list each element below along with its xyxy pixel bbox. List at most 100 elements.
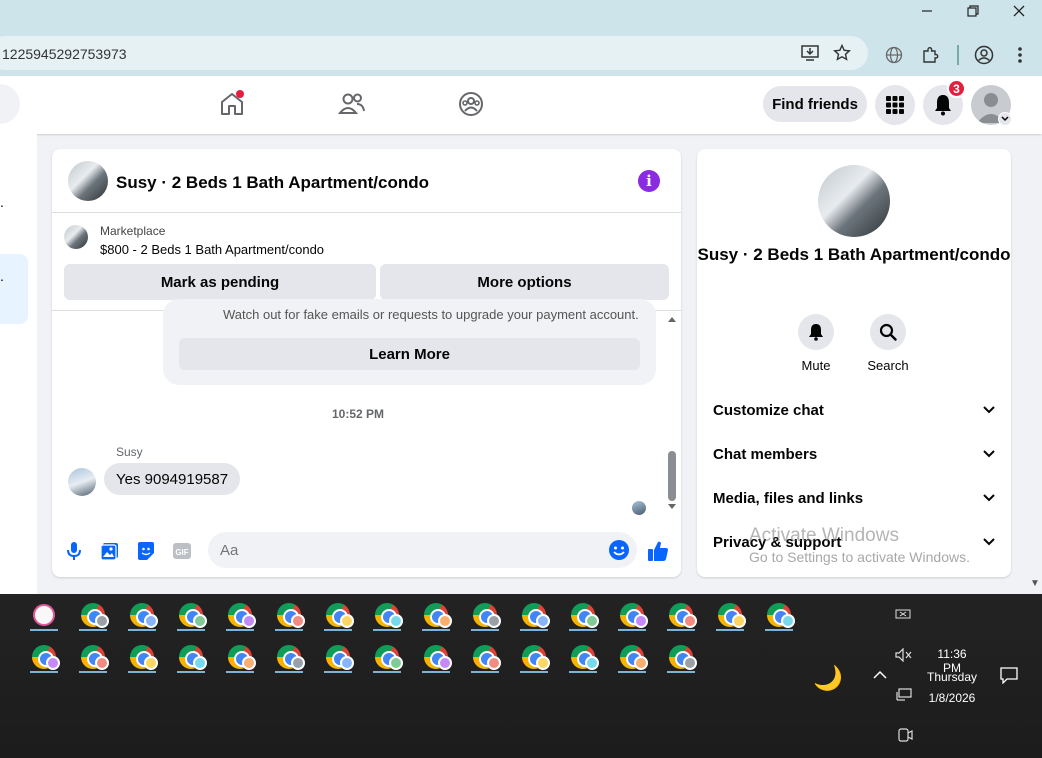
clock-day[interactable]: Thursday (924, 670, 980, 684)
volume-muted-icon[interactable] (895, 647, 913, 665)
night-light-icon[interactable]: 🌙 (813, 664, 843, 693)
chrome-profile-taskbar-icon[interactable] (76, 641, 110, 673)
battery-icon[interactable] (895, 608, 913, 623)
chat-list-item-selected[interactable]: . (0, 254, 28, 324)
chrome-profile-taskbar-icon[interactable] (125, 599, 159, 631)
svg-text:GIF: GIF (175, 548, 188, 557)
sticker-icon[interactable] (134, 539, 158, 563)
profile-icon[interactable] (972, 43, 996, 67)
chrome-profile-taskbar-icon[interactable] (223, 641, 257, 673)
chrome-profile-taskbar-icon[interactable] (321, 599, 355, 631)
chrome-profile-taskbar-icon[interactable] (125, 641, 159, 673)
url-text[interactable]: 1225945292753973 (2, 46, 127, 62)
sender-name: Susy (116, 445, 143, 459)
safety-notice-text: Watch out for fake emails or requests to… (223, 307, 639, 322)
chat-list-item[interactable]: . (0, 194, 4, 210)
extensions-puzzle-icon[interactable] (918, 43, 942, 67)
info-icon[interactable]: i (638, 170, 660, 192)
facebook-top-nav: Find friends 3 (0, 76, 1042, 134)
scroll-thumb[interactable] (668, 451, 676, 501)
bell-icon[interactable] (798, 314, 834, 350)
chrome-profile-taskbar-icon[interactable] (370, 641, 404, 673)
thumbs-up-icon[interactable] (646, 539, 670, 563)
install-app-icon[interactable] (798, 41, 822, 65)
menu-grid-icon[interactable] (875, 85, 915, 125)
chrome-profile-taskbar-icon[interactable] (762, 599, 796, 631)
translate-globe-icon[interactable] (882, 43, 906, 67)
clock-date[interactable]: 1/8/2026 (924, 691, 980, 705)
notifications-bell-icon[interactable]: 3 (923, 79, 966, 125)
chrome-profile-taskbar-icon[interactable] (468, 641, 502, 673)
show-hidden-icons-chevron-icon[interactable] (873, 668, 887, 682)
profile-photo[interactable] (818, 165, 890, 237)
marketplace-listing-card: Marketplace $800 - 2 Beds 1 Bath Apartme… (52, 213, 681, 311)
chrome-profile-taskbar-icon[interactable] (713, 599, 747, 631)
chat-members-section[interactable]: Chat members (713, 442, 995, 466)
minimize-icon[interactable] (904, 0, 950, 22)
chrome-profile-taskbar-icon[interactable] (174, 599, 208, 631)
chrome-profile-taskbar-icon[interactable] (664, 641, 698, 673)
listing-avatar[interactable] (68, 161, 108, 201)
listing-thumbnail[interactable] (64, 225, 88, 249)
search-action[interactable]: Search (853, 314, 923, 373)
chrome-profile-taskbar-icon[interactable] (76, 599, 110, 631)
sender-avatar[interactable] (68, 468, 96, 496)
chrome-profile-taskbar-icon[interactable] (615, 599, 649, 631)
app-taskbar-icon[interactable] (27, 599, 61, 631)
activate-windows-subtitle: Go to Settings to activate Windows. (749, 549, 970, 565)
chrome-profile-taskbar-icon[interactable] (419, 599, 453, 631)
chrome-profile-taskbar-icon[interactable] (272, 599, 306, 631)
chrome-profile-taskbar-icon[interactable] (468, 599, 502, 631)
search-box[interactable] (0, 84, 20, 124)
meet-now-icon[interactable] (897, 727, 913, 746)
mark-as-pending-button[interactable]: Mark as pending (64, 264, 376, 300)
chrome-profile-taskbar-icon[interactable] (370, 599, 404, 631)
close-icon[interactable] (996, 0, 1042, 22)
chrome-profile-taskbar-icon[interactable] (223, 599, 257, 631)
chrome-profile-taskbar-icon[interactable] (517, 641, 551, 673)
more-options-button[interactable]: More options (380, 264, 669, 300)
chat-title[interactable]: Susy · 2 Beds 1 Bath Apartment/condo (116, 173, 429, 193)
message-composer: GIF (52, 527, 681, 577)
friends-icon[interactable] (336, 88, 368, 120)
microphone-icon[interactable] (62, 539, 86, 563)
emoji-icon[interactable] (608, 539, 630, 561)
message-input-box[interactable] (208, 532, 637, 568)
learn-more-button[interactable]: Learn More (179, 338, 640, 370)
home-notification-dot (236, 90, 244, 98)
restore-icon[interactable] (950, 0, 996, 22)
network-icon[interactable] (895, 688, 913, 705)
chrome-profile-taskbar-icon[interactable] (419, 641, 453, 673)
message-bubble[interactable]: Yes 9094919587 (104, 463, 241, 495)
listing-title[interactable]: $800 - 2 Beds 1 Bath Apartment/condo (100, 242, 324, 257)
chevron-down-icon[interactable] (998, 112, 1012, 126)
message-input[interactable] (220, 532, 600, 568)
chrome-profile-taskbar-icon[interactable] (664, 599, 698, 631)
chevron-down-icon (983, 538, 995, 546)
bookmark-star-icon[interactable] (830, 41, 854, 65)
omnibox[interactable]: 1225945292753973 (0, 36, 868, 70)
groups-icon[interactable] (455, 88, 487, 120)
section-label: Chat members (713, 445, 818, 463)
page-scroll-down-icon[interactable]: ▼ (1030, 578, 1040, 589)
chrome-profile-taskbar-icon[interactable] (174, 641, 208, 673)
search-icon[interactable] (870, 314, 906, 350)
chrome-profile-taskbar-icon[interactable] (321, 641, 355, 673)
notification-center-icon[interactable] (999, 666, 1019, 687)
chrome-profile-taskbar-icon[interactable] (566, 599, 600, 631)
customize-chat-section[interactable]: Customize chat (713, 398, 995, 422)
chrome-profile-taskbar-icon[interactable] (615, 641, 649, 673)
mute-action[interactable]: Mute (781, 314, 851, 373)
chrome-profile-taskbar-icon[interactable] (566, 641, 600, 673)
gif-icon[interactable]: GIF (170, 539, 194, 563)
find-friends-button[interactable]: Find friends (763, 86, 867, 122)
chrome-profile-taskbar-icon[interactable] (272, 641, 306, 673)
kebab-menu-icon[interactable] (1008, 43, 1032, 67)
photo-icon[interactable] (98, 539, 122, 563)
chrome-profile-taskbar-icon[interactable] (27, 641, 61, 673)
media-files-links-section[interactable]: Media, files and links (713, 486, 995, 510)
home-icon[interactable] (216, 88, 248, 120)
chrome-profile-taskbar-icon[interactable] (517, 599, 551, 631)
chat-scrollbar[interactable] (665, 311, 679, 515)
chat-header: Susy · 2 Beds 1 Bath Apartment/condo i (52, 149, 681, 213)
